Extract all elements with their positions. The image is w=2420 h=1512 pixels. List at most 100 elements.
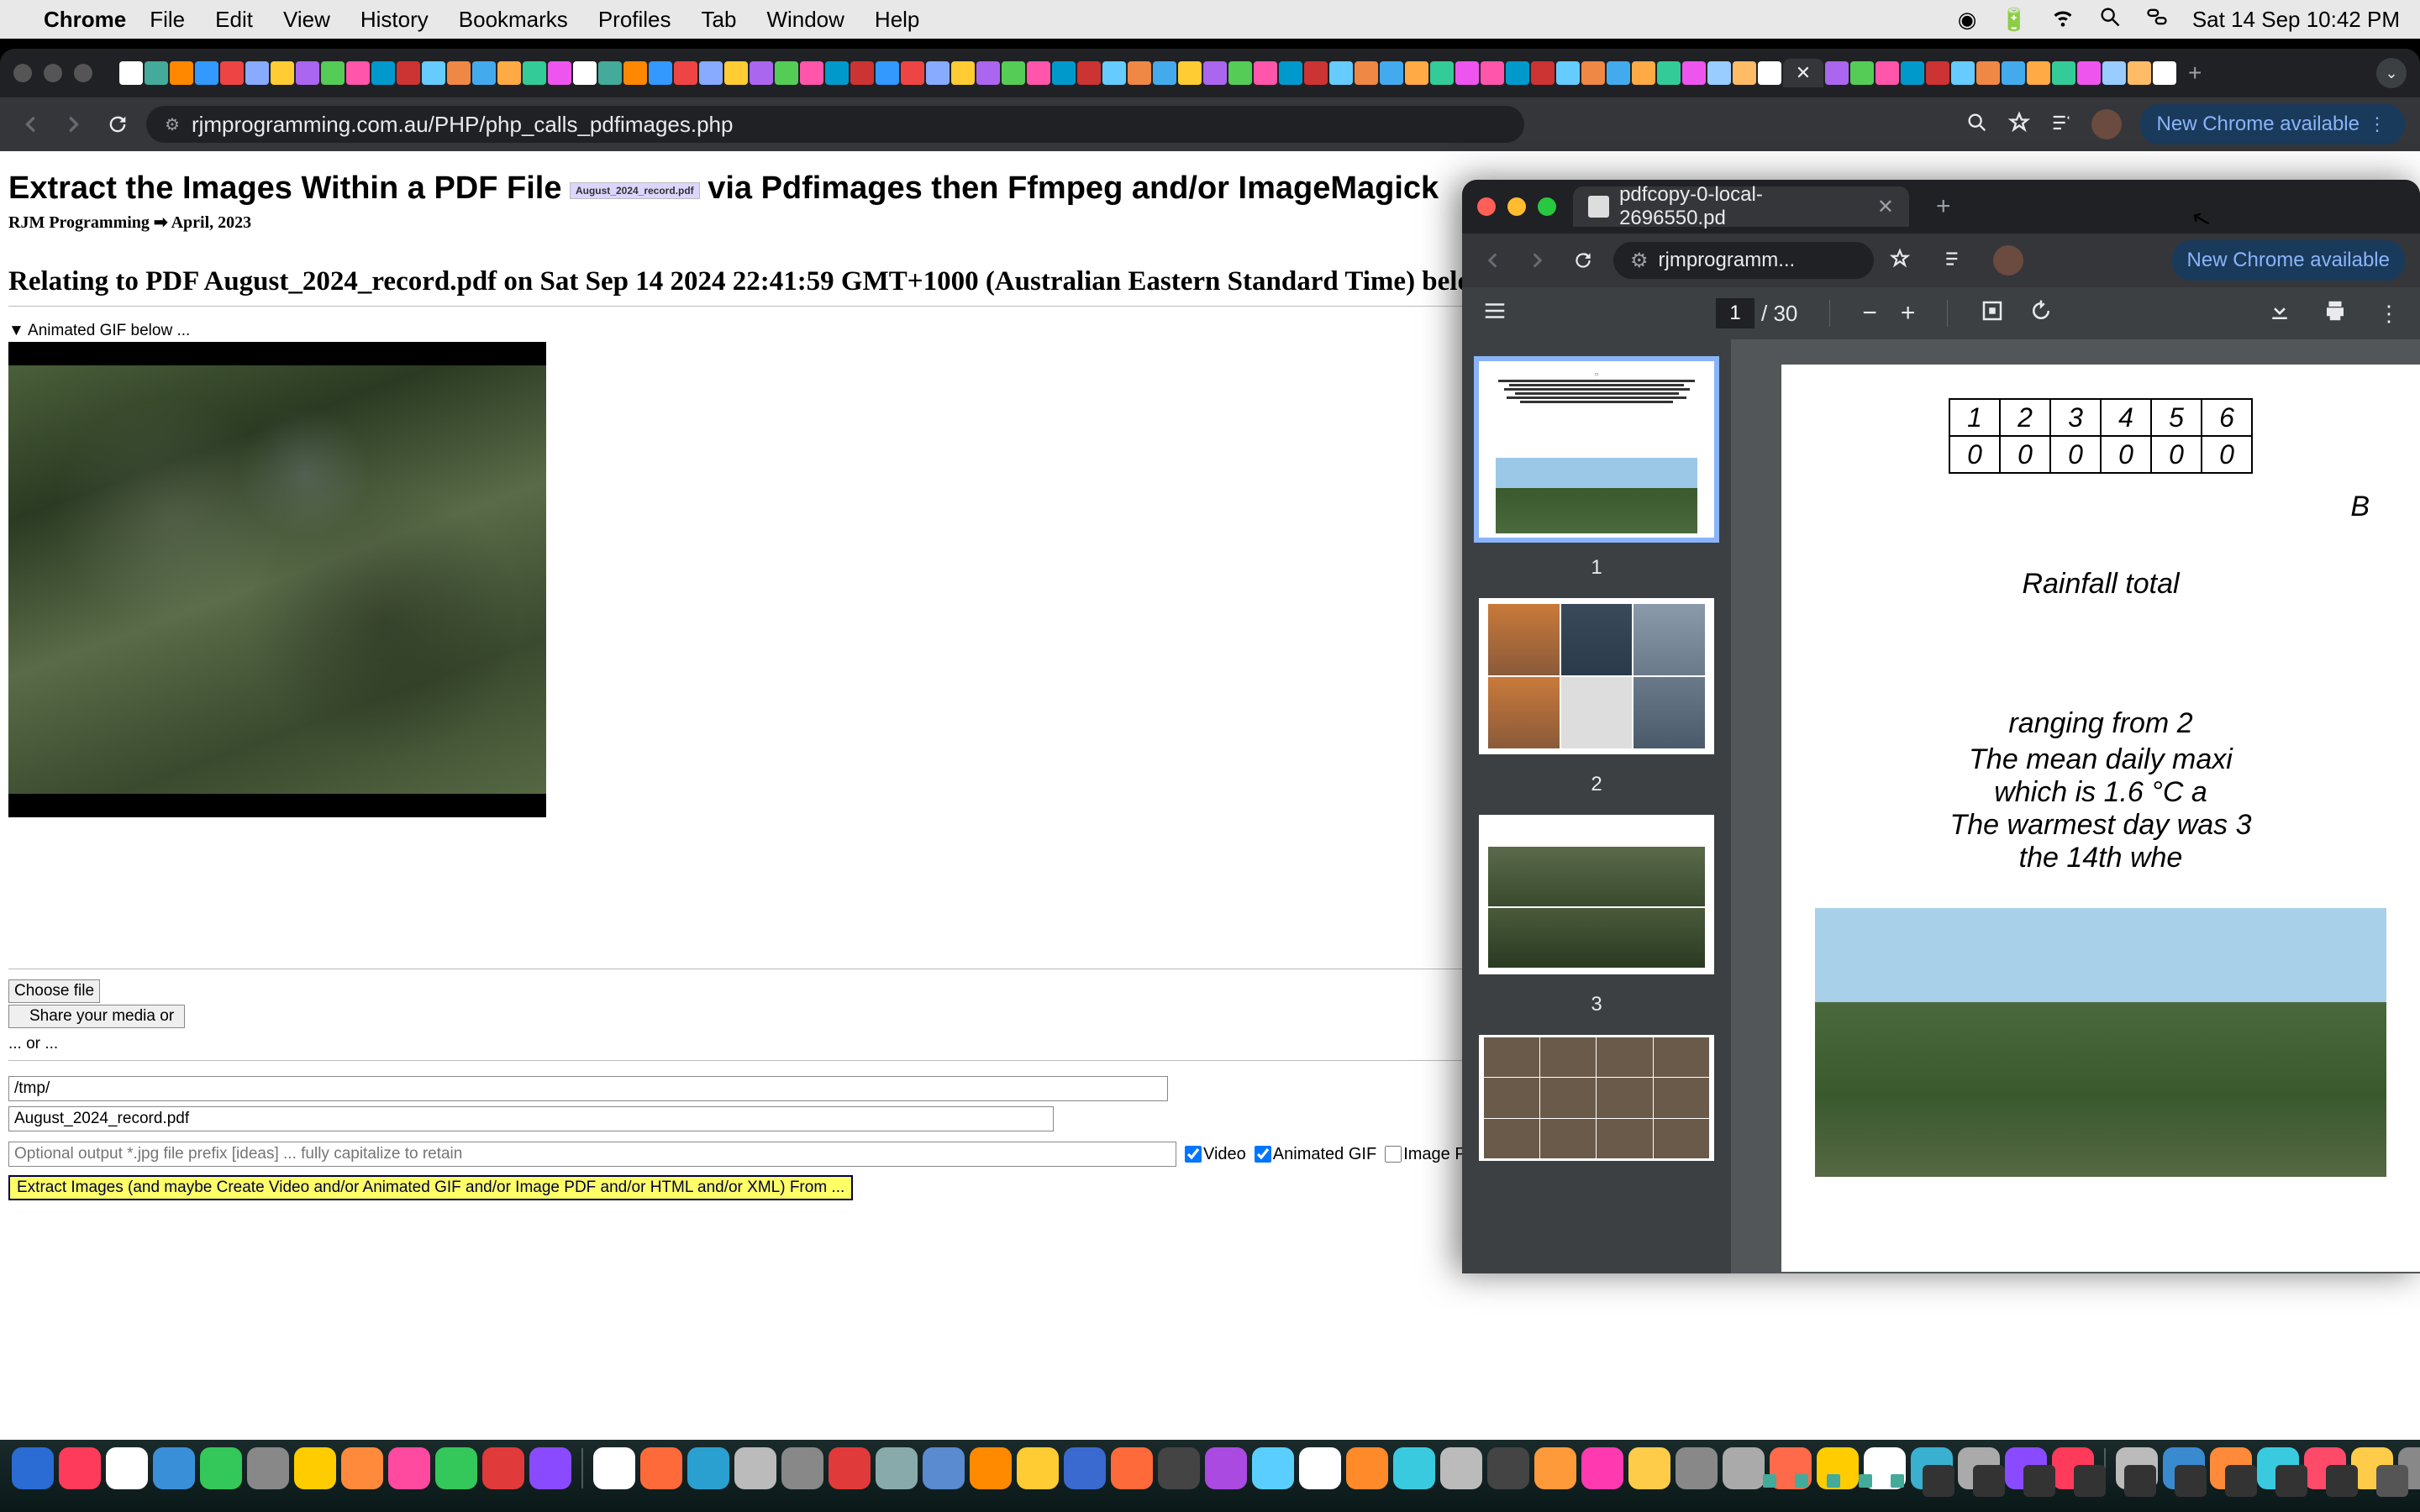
background-tab[interactable] xyxy=(271,61,294,85)
dock-tray[interactable] xyxy=(2074,1465,2106,1497)
background-tab[interactable] xyxy=(1329,61,1353,85)
background-tab[interactable] xyxy=(497,61,521,85)
video-checkbox[interactable]: Video xyxy=(1185,1145,1246,1164)
dock-app[interactable] xyxy=(1534,1447,1576,1489)
background-tab[interactable] xyxy=(1850,61,1874,85)
dock-app[interactable] xyxy=(1064,1447,1106,1489)
background-tab[interactable] xyxy=(649,61,672,85)
background-tab[interactable] xyxy=(2027,61,2050,85)
battery-icon[interactable]: 🔋 xyxy=(2000,7,2027,33)
dock-app[interactable] xyxy=(1017,1447,1059,1489)
background-tab[interactable] xyxy=(1430,61,1454,85)
thumbnail-sidebar[interactable]: ○ 1 2 3 xyxy=(1462,339,1731,1273)
close-tab-icon[interactable]: ✕ xyxy=(1877,195,1894,219)
background-tab[interactable] xyxy=(1976,61,2000,85)
menu-window[interactable]: Window xyxy=(766,7,844,33)
menubar-clock[interactable]: Sat 14 Sep 10:42 PM xyxy=(2192,7,2400,33)
background-tab[interactable] xyxy=(2102,61,2126,85)
animated-gif-checkbox[interactable]: Animated GIF xyxy=(1255,1145,1376,1164)
dock-app[interactable] xyxy=(1111,1447,1153,1489)
reload-button[interactable] xyxy=(103,109,133,139)
background-tab[interactable] xyxy=(1682,61,1706,85)
dock-app[interactable] xyxy=(59,1447,101,1489)
background-tab[interactable] xyxy=(1481,61,1504,85)
app-name[interactable]: Chrome xyxy=(44,7,126,33)
background-tab[interactable] xyxy=(1279,61,1302,85)
menu-bookmarks[interactable]: Bookmarks xyxy=(459,7,568,33)
sidebar-toggle-icon[interactable] xyxy=(1482,298,1507,329)
page-number-input[interactable] xyxy=(1716,298,1754,328)
background-tab[interactable] xyxy=(397,61,420,85)
control-center-icon[interactable] xyxy=(2145,5,2169,34)
background-tab[interactable] xyxy=(1228,61,1252,85)
wifi-icon[interactable] xyxy=(2051,5,2075,34)
dock-app[interactable] xyxy=(640,1447,682,1489)
background-tab[interactable] xyxy=(1304,61,1328,85)
background-tab[interactable] xyxy=(447,61,471,85)
background-tab[interactable] xyxy=(1531,61,1555,85)
background-tab[interactable] xyxy=(901,61,924,85)
dock-tray[interactable] xyxy=(1973,1465,2005,1497)
dock-app[interactable] xyxy=(829,1447,871,1489)
dock-app[interactable] xyxy=(1440,1447,1482,1489)
print-icon[interactable] xyxy=(2323,298,2348,329)
background-tab[interactable] xyxy=(1926,61,1949,85)
background-tab[interactable] xyxy=(951,61,975,85)
menu-view[interactable]: View xyxy=(283,7,330,33)
dock-app[interactable] xyxy=(687,1447,729,1489)
background-tab[interactable] xyxy=(1405,61,1428,85)
forward-button[interactable] xyxy=(1523,245,1553,276)
background-tab[interactable] xyxy=(2128,61,2151,85)
thumbnail-page-1[interactable]: ○ xyxy=(1479,361,1714,538)
background-tab[interactable] xyxy=(825,61,849,85)
tabs-dropdown-icon[interactable]: ⌄ xyxy=(2376,58,2407,88)
background-tab[interactable] xyxy=(1632,61,1655,85)
dock-app[interactable] xyxy=(923,1447,965,1489)
background-tab[interactable] xyxy=(623,61,647,85)
minimized-window[interactable] xyxy=(1827,1474,1840,1488)
dock-app[interactable] xyxy=(1487,1447,1529,1489)
background-tab[interactable] xyxy=(1128,61,1151,85)
background-tab[interactable] xyxy=(1901,61,1924,85)
background-tab[interactable] xyxy=(119,61,143,85)
dock-app[interactable] xyxy=(247,1447,289,1489)
background-tab[interactable] xyxy=(800,61,823,85)
download-icon[interactable] xyxy=(2267,298,2292,329)
menu-history[interactable]: History xyxy=(360,7,429,33)
background-tab[interactable] xyxy=(1102,61,1126,85)
minimized-window[interactable] xyxy=(1763,1474,1776,1488)
background-tab[interactable] xyxy=(1506,61,1529,85)
background-tab[interactable] xyxy=(2077,61,2101,85)
reading-list-icon[interactable] xyxy=(1943,248,1965,274)
site-settings-icon[interactable]: ⚙ xyxy=(1630,249,1649,273)
new-tab-button[interactable]: + xyxy=(1936,192,1951,221)
menu-help[interactable]: Help xyxy=(875,7,919,33)
zoom-in-button[interactable]: + xyxy=(1901,299,1916,328)
dock-app[interactable] xyxy=(1628,1447,1670,1489)
dock-app[interactable] xyxy=(200,1447,242,1489)
dock-app[interactable] xyxy=(294,1447,336,1489)
background-tab[interactable] xyxy=(1254,61,1277,85)
background-tab[interactable] xyxy=(1153,61,1176,85)
dock-tray[interactable] xyxy=(2275,1465,2307,1497)
background-tab[interactable] xyxy=(1607,61,1630,85)
dock-app[interactable] xyxy=(1723,1447,1765,1489)
dock-app[interactable] xyxy=(12,1447,54,1489)
background-tab[interactable] xyxy=(750,61,773,85)
background-tab[interactable] xyxy=(195,61,218,85)
active-tab[interactable]: ✕ xyxy=(1783,59,1823,87)
background-tab[interactable] xyxy=(1355,61,1378,85)
window-controls[interactable] xyxy=(1477,197,1556,216)
thumbnail-page-2[interactable] xyxy=(1479,598,1714,754)
background-tab[interactable] xyxy=(1825,61,1849,85)
background-tab[interactable] xyxy=(1951,61,1975,85)
zoom-icon[interactable] xyxy=(1965,111,1989,139)
kebab-menu-icon[interactable]: ⋮ xyxy=(2368,113,2388,135)
background-tab[interactable] xyxy=(296,61,319,85)
dock-app[interactable] xyxy=(388,1447,430,1489)
thumbnail-page-4[interactable] xyxy=(1479,1035,1714,1161)
dock-tray[interactable] xyxy=(2326,1465,2358,1497)
background-tab[interactable] xyxy=(876,61,899,85)
background-tab[interactable] xyxy=(573,61,597,85)
profile-avatar[interactable] xyxy=(2091,109,2122,139)
